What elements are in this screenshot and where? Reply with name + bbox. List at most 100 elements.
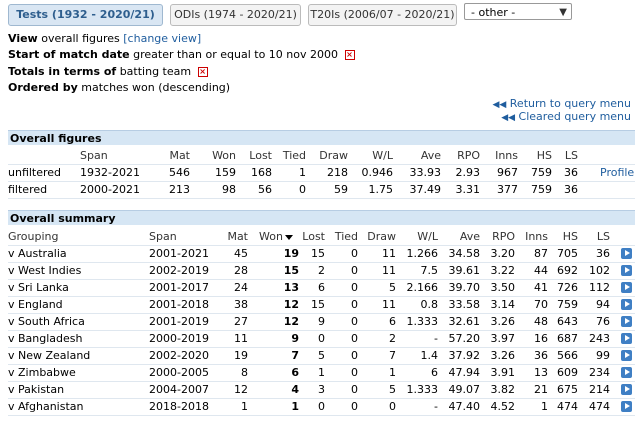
table-row: v South Africa 2001-2019 27 12 9 0 6 1.333 32.61… — [8, 314, 635, 331]
hs-cell: 675 — [557, 383, 578, 396]
table-row: filtered 2000-2021 213 98 56 0 59 1.75 3… — [8, 182, 635, 199]
rpo-cell: 3.22 — [490, 264, 516, 277]
return-query-link[interactable]: ◀◀ Return to query menu — [492, 97, 631, 110]
column-header: Draw — [319, 149, 348, 162]
cleared-query-link[interactable]: ◀◀ Cleared query menu — [501, 110, 631, 123]
table-row: v Afghanistan 2018-2018 1 1 0 0 0-47.40 4.52 1 47… — [8, 399, 635, 416]
span-cell: 2000-2019 — [149, 332, 209, 345]
draw-cell: 1 — [389, 366, 396, 379]
grouping-cell: v Australia — [8, 247, 67, 260]
tab-tests[interactable]: Tests (1932 - 2020/21) — [8, 4, 163, 26]
ls-cell: 76 — [596, 315, 610, 328]
tied-cell: 0 — [351, 298, 358, 311]
other-select[interactable]: - other - ▼ — [464, 3, 572, 20]
hs-cell: 705 — [557, 247, 578, 260]
sort-desc-icon — [284, 234, 293, 240]
tied-cell: 0 — [351, 264, 358, 277]
change-view-link[interactable]: [change view] — [123, 32, 201, 45]
remove-filter-icon[interactable]: × — [197, 67, 208, 77]
expand-row-icon[interactable] — [621, 384, 632, 395]
ave-cell: 39.61 — [448, 264, 481, 277]
draw-cell: 6 — [389, 315, 396, 328]
table-row: v Bangladesh 2000-2019 11 9 0 0 2-57.20 3.97 16 6… — [8, 331, 635, 348]
column-header: Won — [212, 149, 236, 162]
lost-cell: 2 — [318, 264, 325, 277]
draw-cell: 218 — [327, 166, 348, 179]
ave-cell: 49.07 — [448, 383, 481, 396]
hs-cell: 687 — [557, 332, 578, 345]
column-header: Tied — [334, 230, 358, 243]
ave-cell: 33.93 — [409, 166, 442, 179]
overall-summary-title: Overall summary — [8, 210, 635, 225]
profile-link[interactable]: Profile — [600, 165, 634, 181]
table-row: unfiltered 1932-2021 546 159 168 1 218 0… — [8, 165, 635, 182]
sort-column-header[interactable]: Won — [259, 229, 293, 245]
lost-cell: 56 — [258, 183, 272, 196]
column-header: RPO — [492, 230, 515, 243]
criteria-label: Start of match date — [8, 48, 130, 61]
overall-figures-header: Span Mat Won Lost Tied Draw W/L Ave RPO … — [8, 148, 635, 165]
other-select-value: - other - — [471, 6, 516, 19]
column-header: Span — [80, 149, 108, 162]
expand-row-icon[interactable] — [621, 299, 632, 310]
column-header: W/L — [417, 230, 438, 243]
rewind-icon: ◀◀ — [492, 100, 507, 110]
mat-cell: 19 — [234, 349, 248, 362]
inns-cell: 48 — [534, 315, 548, 328]
column-header: HS — [562, 230, 578, 243]
inns-cell: 21 — [534, 383, 548, 396]
expand-row-icon[interactable] — [621, 367, 632, 378]
lost-cell: 9 — [318, 315, 325, 328]
rpo-cell: 3.26 — [490, 315, 516, 328]
column-header: W/L — [372, 149, 393, 162]
span-cell: 2001-2018 — [149, 298, 209, 311]
inns-cell: 1 — [541, 400, 548, 413]
span-cell: 2001-2021 — [149, 247, 209, 260]
rpo-cell: 4.52 — [490, 400, 516, 413]
ls-cell: 214 — [589, 383, 610, 396]
expand-row-icon[interactable] — [621, 350, 632, 361]
criteria-label: Ordered by — [8, 81, 78, 94]
criteria-start-date: Start of match date greater than or equa… — [8, 48, 355, 61]
hs-cell: 759 — [531, 166, 552, 179]
wl-cell: 0.8 — [420, 298, 439, 311]
chevron-down-icon: ▼ — [559, 7, 567, 18]
column-header: Ave — [459, 230, 480, 243]
ave-cell: 39.70 — [448, 281, 481, 294]
expand-row-icon[interactable] — [621, 333, 632, 344]
inns-cell: 967 — [497, 166, 518, 179]
draw-cell: 11 — [382, 247, 396, 260]
expand-row-icon[interactable] — [621, 248, 632, 259]
tied-cell: 0 — [351, 247, 358, 260]
tied-cell: 0 — [351, 349, 358, 362]
tab-odis[interactable]: ODIs (1974 - 2020/21) — [170, 4, 301, 26]
wl-cell: 6 — [431, 366, 438, 379]
won-cell: 98 — [222, 183, 236, 196]
draw-cell: 11 — [382, 298, 396, 311]
remove-filter-icon[interactable]: × — [344, 50, 355, 60]
ls-cell: 474 — [589, 400, 610, 413]
mat-cell: 28 — [234, 264, 248, 277]
draw-cell: 5 — [389, 281, 396, 294]
column-header: Inns — [525, 230, 548, 243]
mat-cell: 38 — [234, 298, 248, 311]
column-header: RPO — [457, 149, 480, 162]
ls-cell: 234 — [589, 366, 610, 379]
expand-row-icon[interactable] — [621, 401, 632, 412]
tied-cell: 0 — [351, 332, 358, 345]
expand-row-icon[interactable] — [621, 282, 632, 293]
hs-cell: 759 — [531, 183, 552, 196]
mat-cell: 11 — [234, 332, 248, 345]
tied-cell: 1 — [299, 166, 306, 179]
ls-cell: 102 — [589, 264, 610, 277]
grouping-cell: v Zimbabwe — [8, 366, 76, 379]
expand-row-icon[interactable] — [621, 316, 632, 327]
criteria-view: View overall figures [change view] — [8, 32, 201, 45]
span-cell: 2001-2019 — [149, 315, 209, 328]
tab-t20is[interactable]: T20Is (2006/07 - 2020/21) — [308, 4, 457, 26]
table-row: v England 2001-2018 38 12 15 0 11 0.8 33.58 3.14 7… — [8, 297, 635, 314]
rpo-cell: 3.26 — [490, 349, 516, 362]
wl-cell: 2.166 — [406, 281, 439, 294]
expand-row-icon[interactable] — [621, 265, 632, 276]
criteria-value: greater than or equal to 10 nov 2000 — [133, 48, 339, 61]
